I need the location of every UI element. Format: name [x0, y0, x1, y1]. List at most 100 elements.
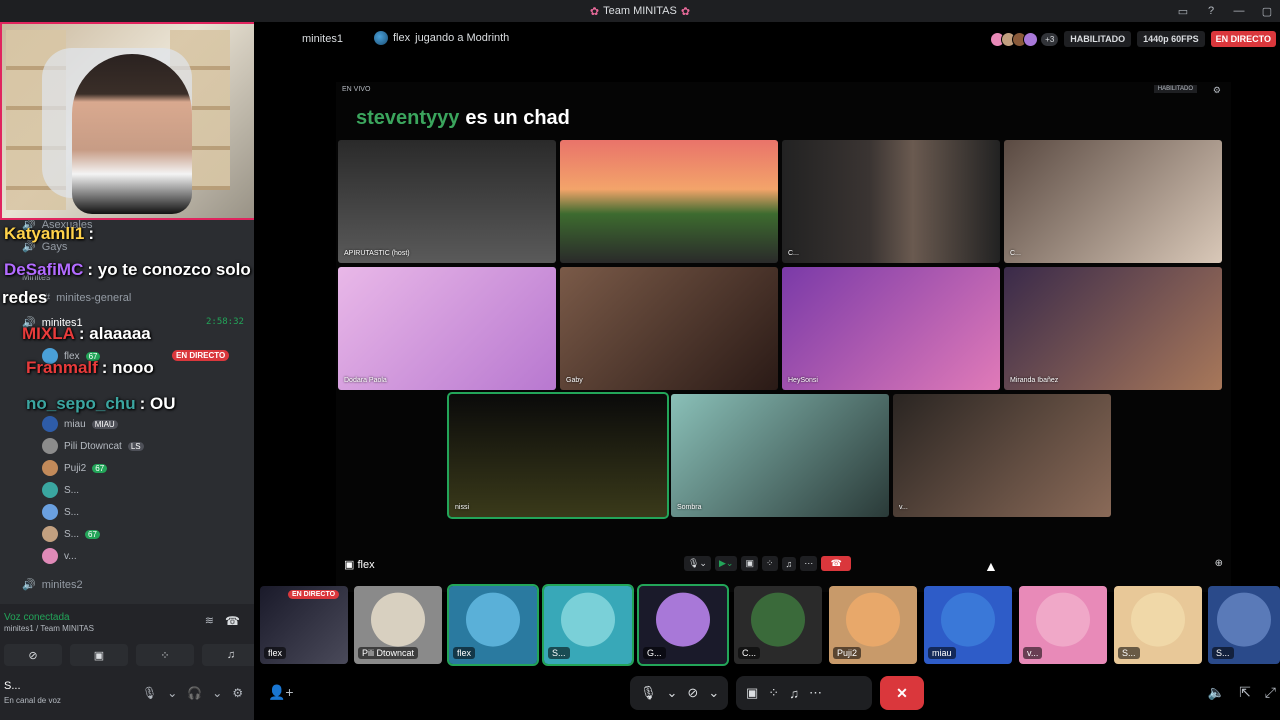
channel-minites-general[interactable]: # minites-general	[44, 292, 131, 304]
video-off-button[interactable]: ⊘	[4, 644, 62, 666]
minimize-button[interactable]: —	[1232, 5, 1246, 17]
disconnect-icon[interactable]: ☎	[225, 614, 240, 628]
soundboard-button[interactable]: ♫	[202, 644, 254, 666]
microphone-icon[interactable]: 🎙⌄	[684, 556, 711, 571]
volume-icon[interactable]: 🔈	[1208, 684, 1225, 701]
chat-message: MIXLA: alaaaaa	[22, 324, 151, 344]
tile-name: Sombra	[677, 504, 702, 511]
activities-button[interactable]: ⁘	[136, 644, 194, 666]
channel-sidebar: ϟ 🔊Asexuales 🔊Gays Minites #minites-gene…	[0, 22, 254, 720]
participant-tile[interactable]: C...	[734, 586, 822, 664]
headphones-icon[interactable]: 🎧	[187, 686, 202, 700]
activity-group: ▣ ⁘ ♫ ⋯	[736, 676, 872, 710]
tile-name: APIRUTASTIC (host)	[344, 250, 410, 257]
voice-user[interactable]: S...	[42, 482, 79, 498]
activities-icon[interactable]: ⁘	[761, 556, 778, 571]
stream-control-buttons: 🎙⌄ ▶⌄ ▣ ⁘ ♫ ⋯ ☎	[684, 556, 852, 571]
channel-minites2[interactable]: 🔊 minites2	[22, 578, 83, 592]
avatar	[1036, 592, 1090, 647]
participant-name: S...	[548, 647, 570, 659]
zoom-icon[interactable]: ⊕	[1215, 558, 1223, 569]
popout-icon[interactable]: ⇱	[1239, 684, 1251, 701]
viewer-avatars[interactable]	[990, 31, 1039, 47]
activity-text: jugando a Modrinth	[415, 32, 510, 44]
avatar	[1131, 592, 1185, 647]
voice-user[interactable]: Pili Dtowncat LS	[42, 438, 144, 454]
disconnect-button[interactable]: ☎	[821, 556, 852, 571]
voice-user[interactable]: v...	[42, 548, 77, 564]
participant-tile[interactable]: EN DIRECTO flex	[260, 586, 348, 664]
participant-tile[interactable]: S...	[1114, 586, 1202, 664]
add-person-icon[interactable]: 👤+	[268, 684, 294, 701]
stream-breadcrumb[interactable]: flex jugando a Modrinth	[374, 31, 509, 45]
participant-name: S...	[1212, 647, 1234, 659]
inbox-icon[interactable]: ▭	[1176, 5, 1190, 18]
video-off-icon[interactable]: ⊘	[687, 685, 698, 701]
chat-message: Franmalf: nooo	[26, 358, 154, 378]
call-header: minites1 flex jugando a Modrinth +3 HABI…	[254, 22, 1280, 56]
microphone-icon[interactable]: 🎙	[640, 685, 657, 701]
camera-icon[interactable]: ▶⌄	[714, 556, 738, 571]
viewer-extra-count: +3	[1041, 32, 1059, 46]
stream-headline: steventyyy es un chad	[356, 107, 570, 130]
stream-view[interactable]: EN VIVO HABILITADO ⚙ steventyyy es un cha…	[336, 82, 1231, 592]
participant-tile[interactable]: Puji2	[829, 586, 917, 664]
more-icon[interactable]: ⋯	[809, 685, 822, 701]
participant-name: G...	[643, 647, 666, 659]
participant-tile[interactable]: v...	[1019, 586, 1107, 664]
stream-tile: APIRUTASTIC (host)	[338, 140, 556, 263]
live-badge: EN DIRECTO	[172, 350, 230, 361]
call-controls: 👤+ 🎙 ⌄ ⊘ ⌄ ▣ ⁘ ♫ ⋯ ✕ 🔈 ⇱ ⤢	[254, 672, 1280, 720]
avatar	[42, 460, 58, 476]
voice-user[interactable]: S... 67	[42, 526, 100, 542]
live-badge: EN DIRECTO	[1210, 31, 1276, 47]
more-icon[interactable]: ⋯	[800, 556, 818, 571]
chevron-down-icon[interactable]: ⌄	[667, 685, 678, 701]
stream-tile: Miranda Ibañez	[1004, 267, 1222, 390]
screen-share-button[interactable]: ▣	[70, 644, 128, 666]
help-icon[interactable]: ?	[1204, 5, 1218, 17]
chat-user: Katyamll1	[4, 224, 85, 243]
participant-tile[interactable]: flex	[447, 584, 539, 666]
user-badge: 67	[92, 463, 108, 473]
soundboard-icon[interactable]: ♫	[781, 556, 797, 571]
channel-label: minites2	[41, 578, 83, 591]
participant-tile[interactable]: Pili Dtowncat	[354, 586, 442, 664]
settings-gear-icon[interactable]: ⚙	[232, 686, 243, 700]
fullscreen-icon[interactable]: ⤢	[1265, 684, 1276, 701]
screen-share-icon[interactable]: ▣	[746, 685, 758, 701]
tile-name: v...	[899, 504, 908, 511]
participant-tile[interactable]: miau	[924, 586, 1012, 664]
voice-user[interactable]: miau MIAU	[42, 416, 118, 432]
avatar	[656, 592, 710, 647]
participant-name: flex	[453, 647, 476, 659]
webcam-person	[72, 54, 192, 214]
participant-tile[interactable]: G...	[637, 584, 729, 666]
chat-user: no_sepo_chu	[26, 394, 136, 413]
chevron-down-icon[interactable]: ⌄	[212, 686, 222, 700]
voice-user[interactable]: Puji2 67	[42, 460, 108, 476]
speaker-icon: 🔊	[22, 579, 36, 591]
participant-name: C...	[738, 647, 761, 659]
stream-tile: Dodara Paola	[338, 267, 556, 390]
chevron-down-icon[interactable]: ⌄	[167, 686, 177, 700]
participant-tile[interactable]: S...	[1208, 586, 1280, 664]
activities-icon[interactable]: ⁘	[768, 685, 779, 701]
avatar	[466, 592, 520, 647]
screen-share-icon[interactable]: ▣	[741, 556, 758, 571]
noise-suppression-icon[interactable]: ≋	[205, 614, 214, 627]
disconnect-button[interactable]: ✕	[880, 676, 924, 710]
stream-status: +3 HABILITADO 1440p 60FPS EN DIRECTO	[990, 31, 1276, 47]
tile-name: Dodara Paola	[344, 377, 387, 384]
voice-user[interactable]: S...	[42, 504, 79, 520]
settings-icon[interactable]: ⚙	[1213, 85, 1221, 96]
soundboard-icon[interactable]: ♫	[789, 686, 799, 701]
maximize-button[interactable]: ▢	[1260, 5, 1274, 18]
stream-tile: nissi	[447, 392, 669, 519]
channel-breadcrumb[interactable]: minites1	[302, 33, 343, 45]
microphone-icon[interactable]: 🎙	[142, 686, 157, 700]
voice-user-name: v...	[64, 550, 77, 562]
chevron-down-icon[interactable]: ⌄	[708, 685, 719, 701]
participant-tile[interactable]: S...	[542, 584, 634, 666]
screen-icon: ▣	[344, 559, 358, 571]
